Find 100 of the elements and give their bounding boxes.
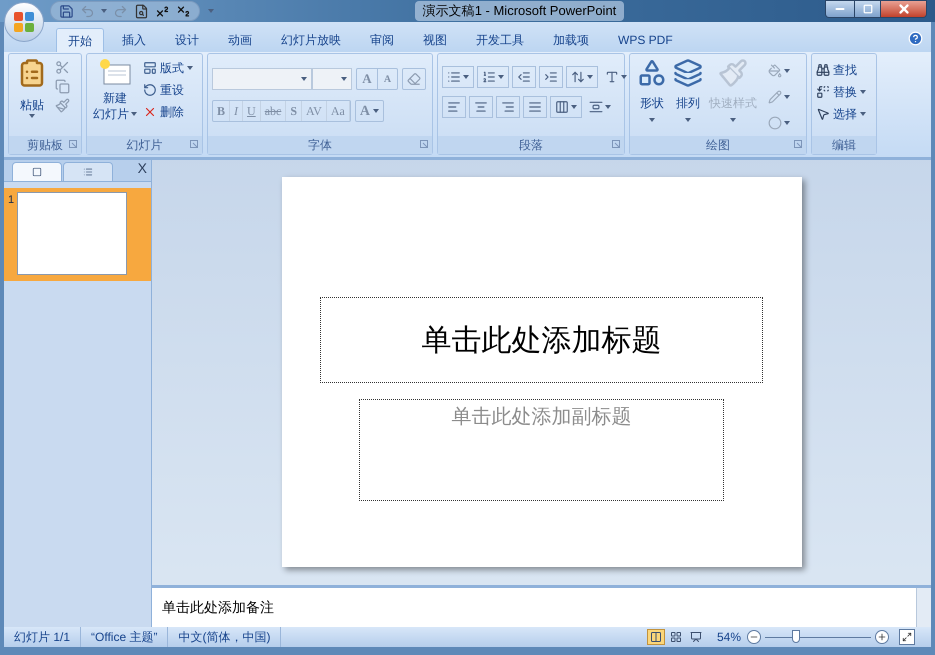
dropdown-arrow-icon: [649, 118, 655, 122]
group-label: 剪贴板: [27, 137, 63, 154]
fit-to-window-button[interactable]: [899, 629, 915, 645]
editing-command-button[interactable]: 选择: [816, 104, 866, 123]
new-slide-icon: [99, 58, 131, 86]
ribbon-tab[interactable]: 加载项: [542, 28, 600, 52]
outdent-icon: [517, 70, 531, 84]
zoom-in-button[interactable]: [875, 630, 889, 644]
justify-icon: [528, 100, 542, 114]
title-placeholder[interactable]: 单击此处添加标题: [320, 297, 763, 383]
notes-placeholder: 单击此处添加备注: [162, 599, 274, 615]
numbering-button[interactable]: [477, 66, 509, 88]
ribbon-tab[interactable]: WPS PDF: [607, 28, 684, 52]
scrollbar[interactable]: [916, 588, 931, 627]
replace-icon: [816, 84, 830, 98]
grid-icon: [670, 631, 682, 643]
dropdown-arrow-icon: [784, 95, 790, 99]
dropdown-arrow-icon: [463, 75, 469, 79]
dropdown-arrow-icon: [498, 75, 504, 79]
paint-bucket-icon: [768, 64, 782, 78]
dropdown-arrow-icon: [571, 105, 577, 109]
ribbon-tab[interactable]: 动画: [217, 28, 263, 52]
maximize-button[interactable]: [854, 1, 880, 17]
justify-button[interactable]: [523, 96, 547, 118]
dropdown-arrow-icon: [685, 118, 691, 122]
normal-view-icon: [650, 631, 662, 643]
save-icon[interactable]: [59, 4, 74, 18]
zoom-out-button[interactable]: [747, 630, 761, 644]
shapes-icon: [637, 58, 667, 88]
slide-number: 1: [8, 193, 14, 208]
paintbrush-icon: [718, 58, 748, 88]
outline-icon: [83, 167, 93, 177]
zoom-slider-thumb[interactable]: [792, 630, 800, 643]
align-right-button[interactable]: [496, 96, 520, 118]
status-item: “Office 主题”: [81, 627, 168, 647]
increase-indent-button[interactable]: [539, 66, 563, 88]
panel-close-button[interactable]: X: [138, 158, 147, 179]
editing-command-button[interactable]: 查找: [816, 60, 866, 79]
line-spacing-button[interactable]: [566, 66, 598, 88]
slide-thumbnail-row[interactable]: 1: [4, 188, 151, 281]
align-left-icon: [447, 100, 461, 114]
subscript-icon[interactable]: [176, 4, 191, 18]
dropdown-arrow-icon: [587, 75, 593, 79]
pencil-icon: [768, 90, 782, 104]
eraser-icon: [407, 72, 421, 86]
customize-toolbar-icon: [208, 9, 214, 13]
drawing-button[interactable]: 形状: [634, 58, 670, 136]
presentation-icon: [690, 631, 702, 643]
view-button[interactable]: [646, 629, 665, 645]
layers-icon: [673, 58, 703, 88]
paste-button[interactable]: 粘贴: [13, 58, 51, 136]
office-button[interactable]: [4, 2, 44, 42]
slide-command-button[interactable]: 删除: [143, 102, 193, 121]
layout-icon: [143, 60, 157, 74]
line-spacing-icon: [571, 70, 585, 84]
font-name-field[interactable]: [212, 68, 312, 90]
slide-command-button[interactable]: 重设: [143, 80, 193, 99]
help-icon[interactable]: [908, 31, 923, 46]
align-center-icon: [474, 100, 488, 114]
align-right-icon: [501, 100, 515, 114]
dropdown-arrow-icon: [101, 9, 107, 13]
status-item: 中文(简体，中国): [168, 627, 282, 647]
ribbon-tab[interactable]: 设计: [164, 28, 210, 52]
align-center-button[interactable]: [469, 96, 493, 118]
plus-icon: [877, 632, 887, 642]
dropdown-arrow-icon: [605, 105, 611, 109]
superscript-icon[interactable]: [155, 4, 170, 18]
columns-button[interactable]: [550, 96, 582, 118]
decrease-indent-button[interactable]: [512, 66, 536, 88]
dropdown-arrow-icon: [784, 121, 790, 125]
ribbon-tab[interactable]: 审阅: [359, 28, 405, 52]
bullets-button[interactable]: [442, 66, 474, 88]
close-icon: [896, 2, 910, 16]
status-item: 幻灯片 1/1: [4, 627, 82, 647]
print-preview-icon[interactable]: [134, 4, 149, 18]
pointer-icon: [816, 106, 830, 120]
new-slide-button[interactable]: 新建 幻灯片: [91, 58, 139, 136]
ribbon-tab[interactable]: 幻灯片放映: [270, 28, 352, 52]
slide-command-button[interactable]: 版式: [143, 58, 193, 77]
vertical-align-icon: [589, 100, 603, 114]
columns-icon: [555, 100, 569, 114]
drawing-button[interactable]: 排列: [670, 58, 706, 136]
ribbon-tab[interactable]: 插入: [111, 28, 157, 52]
zoom-slider[interactable]: [765, 630, 871, 644]
numbered-list-icon: [482, 70, 496, 84]
close-button[interactable]: [880, 1, 926, 17]
office-logo-icon: [12, 10, 36, 34]
font-size-field[interactable]: [312, 68, 352, 90]
circle-icon: [768, 116, 782, 130]
dropdown-arrow-icon: [341, 77, 347, 81]
dropdown-arrow-icon: [131, 112, 137, 116]
align-left-button[interactable]: [442, 96, 466, 118]
editing-command-button[interactable]: 替换: [816, 82, 866, 101]
restore-icon: [862, 4, 872, 14]
ribbon-tab[interactable]: 开始: [56, 28, 104, 52]
ribbon-tab[interactable]: 开发工具: [465, 28, 535, 52]
dropdown-arrow-icon: [730, 118, 736, 122]
ribbon-tab[interactable]: 视图: [412, 28, 458, 52]
title-placeholder-text: 单击此处添加标题: [422, 322, 662, 358]
subtitle-placeholder-text: 单击此处添加副标题: [452, 405, 632, 430]
